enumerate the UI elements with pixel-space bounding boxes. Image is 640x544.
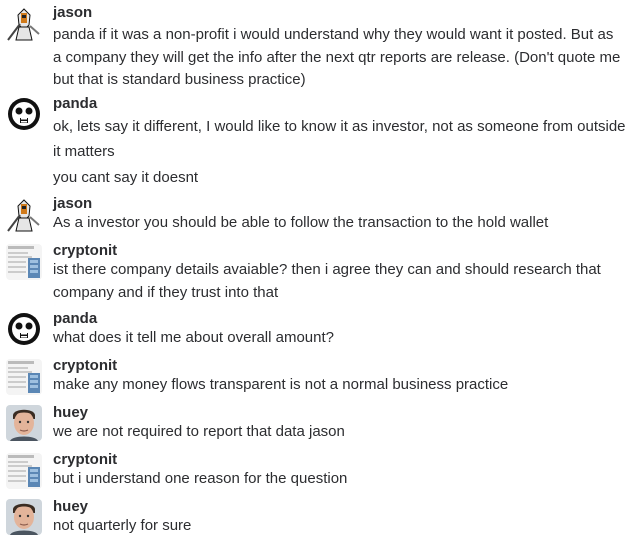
panda-icon: [6, 96, 42, 132]
message-author[interactable]: huey: [53, 404, 88, 422]
message-text: a company they will get the info after t…: [53, 49, 621, 66]
panda-icon: [6, 311, 42, 347]
message-text: company and if they trust into that: [53, 284, 279, 301]
message-author[interactable]: jason: [53, 4, 92, 22]
message-author[interactable]: cryptonit: [53, 242, 117, 260]
document-icon: [6, 453, 42, 489]
message-author[interactable]: cryptonit: [53, 451, 117, 469]
message-text: but i understand one reason for the ques…: [53, 470, 348, 487]
message-author[interactable]: jason: [53, 195, 92, 213]
knight-icon: [6, 197, 42, 233]
document-avatar[interactable]: [6, 359, 42, 395]
message-author[interactable]: huey: [53, 498, 88, 516]
message-text: panda if it was a non-profit i would und…: [53, 26, 614, 43]
panda-avatar[interactable]: [6, 311, 42, 347]
person-avatar[interactable]: [6, 405, 42, 441]
document-avatar[interactable]: [6, 453, 42, 489]
message-author[interactable]: panda: [53, 310, 97, 328]
knight-avatar[interactable]: [6, 197, 42, 233]
message-text: not quarterly for sure: [53, 517, 192, 534]
message-text: you cant say it doesnt: [53, 169, 199, 186]
knight-icon: [6, 6, 42, 42]
message-text: make any money flows transparent is not …: [53, 376, 509, 393]
person-avatar[interactable]: [6, 499, 42, 535]
document-icon: [6, 244, 42, 280]
document-avatar[interactable]: [6, 244, 42, 280]
message-text: it matters: [53, 143, 115, 160]
person-icon: [6, 405, 42, 441]
message-text: but that is standard business practice): [53, 71, 306, 88]
message-text: we are not required to report that data …: [53, 423, 345, 440]
message-text: As a investor you should be able to foll…: [53, 214, 549, 231]
document-icon: [6, 359, 42, 395]
message-author[interactable]: cryptonit: [53, 357, 117, 375]
panda-avatar[interactable]: [6, 96, 42, 132]
message-author[interactable]: panda: [53, 95, 97, 113]
message-text: ok, lets say it different, I would like …: [53, 118, 626, 135]
message-text: ist there company details avaiable? then…: [53, 261, 601, 278]
person-icon: [6, 499, 42, 535]
knight-avatar[interactable]: [6, 6, 42, 42]
message-text: what does it tell me about overall amoun…: [53, 329, 334, 346]
